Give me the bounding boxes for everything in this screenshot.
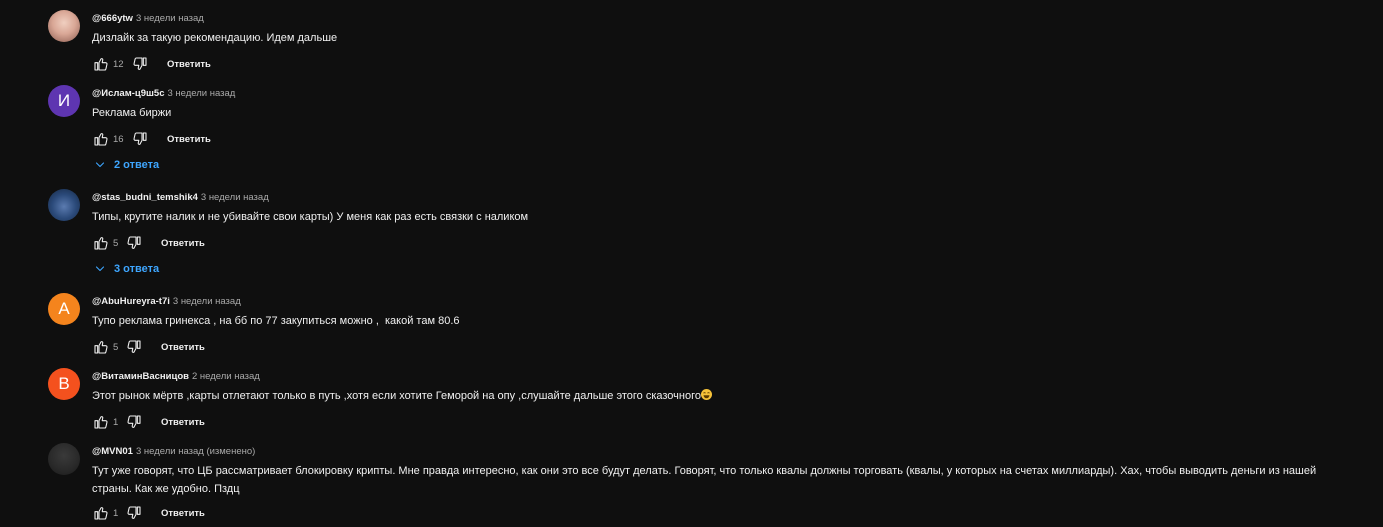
thumb-up-icon[interactable] <box>92 413 110 431</box>
thumb-up-icon[interactable] <box>92 504 110 522</box>
replies-count: 2 ответа <box>114 159 160 171</box>
thumb-down-icon[interactable] <box>125 338 143 356</box>
reply-button[interactable]: Ответить <box>167 59 211 70</box>
comment-text: Реклама биржи <box>92 107 172 119</box>
like-count: 1 <box>113 416 119 428</box>
chevron-down-icon <box>94 158 108 172</box>
comment-time[interactable]: 3 недели назад (изменено) <box>136 446 255 457</box>
like-count: 12 <box>113 58 124 70</box>
like-count: 1 <box>113 507 119 519</box>
thumb-up-icon[interactable] <box>92 55 110 73</box>
thumb-down-icon[interactable] <box>125 413 143 431</box>
comment-author[interactable]: @ВитаминВасницов <box>92 371 189 382</box>
reply-button[interactable]: Ответить <box>161 238 205 249</box>
like-count: 5 <box>113 237 119 249</box>
comment-text: Типы, крутите налик и не убивайте свои к… <box>92 211 529 223</box>
reply-button[interactable]: Ответить <box>161 342 205 353</box>
chevron-down-icon <box>94 262 108 276</box>
comment-author[interactable]: @Ислам-ц9ш5с <box>92 88 165 99</box>
thumb-down-icon[interactable] <box>131 55 149 73</box>
comment-time[interactable]: 3 недели назад <box>136 13 204 24</box>
reply-button[interactable]: Ответить <box>161 417 205 428</box>
avatar[interactable] <box>48 189 80 221</box>
thumb-down-icon[interactable] <box>131 130 149 148</box>
like-count: 16 <box>113 133 124 145</box>
avatar[interactable] <box>48 443 80 475</box>
laughing-emoji-icon <box>700 389 712 400</box>
avatar-letter: И <box>57 91 71 110</box>
thumb-down-icon[interactable] <box>125 504 143 522</box>
comment-time[interactable]: 3 недели назад <box>201 192 269 203</box>
comment-text: Этот рынок мёртв ,карты отлетают только … <box>92 390 701 402</box>
avatar[interactable]: A <box>48 293 80 325</box>
comment-time[interactable]: 3 недели назад <box>173 296 241 307</box>
avatar[interactable]: B <box>48 368 80 400</box>
avatar[interactable]: И <box>48 85 80 117</box>
avatar-letter: A <box>58 299 70 318</box>
comment-text-wrapper: Этот рынок мёртв ,карты отлетают только … <box>92 387 1368 405</box>
replies-count: 3 ответа <box>114 263 160 275</box>
like-count: 5 <box>113 341 119 353</box>
thumb-down-icon[interactable] <box>125 234 143 252</box>
show-replies-button[interactable]: 2 ответа <box>94 158 1368 172</box>
show-replies-button[interactable]: 3 ответа <box>94 262 1368 276</box>
comment-author[interactable]: @666ytw <box>92 13 133 24</box>
thumb-up-icon[interactable] <box>92 338 110 356</box>
thumb-up-icon[interactable] <box>92 234 110 252</box>
reply-button[interactable]: Ответить <box>167 134 211 145</box>
comment-text: Тут уже говорят, что ЦБ рассматривает бл… <box>92 465 1317 495</box>
comment-author[interactable]: @MVN01 <box>92 446 133 457</box>
comment-author[interactable]: @stas_budni_temshik4 <box>92 192 198 203</box>
comment-text: Дизлайк за такую рекомендацию. Идем даль… <box>92 32 338 44</box>
comment-text: Тупо реклама гринекса , на бб по 77 заку… <box>92 315 460 327</box>
comment-time[interactable]: 2 недели назад <box>192 371 260 382</box>
thumb-up-icon[interactable] <box>92 130 110 148</box>
comment-time[interactable]: 3 недели назад <box>168 88 236 99</box>
reply-button[interactable]: Ответить <box>161 508 205 519</box>
comment-author[interactable]: @AbuHureyra-t7i <box>92 296 170 307</box>
avatar[interactable] <box>48 10 80 42</box>
avatar-letter: B <box>58 374 70 393</box>
